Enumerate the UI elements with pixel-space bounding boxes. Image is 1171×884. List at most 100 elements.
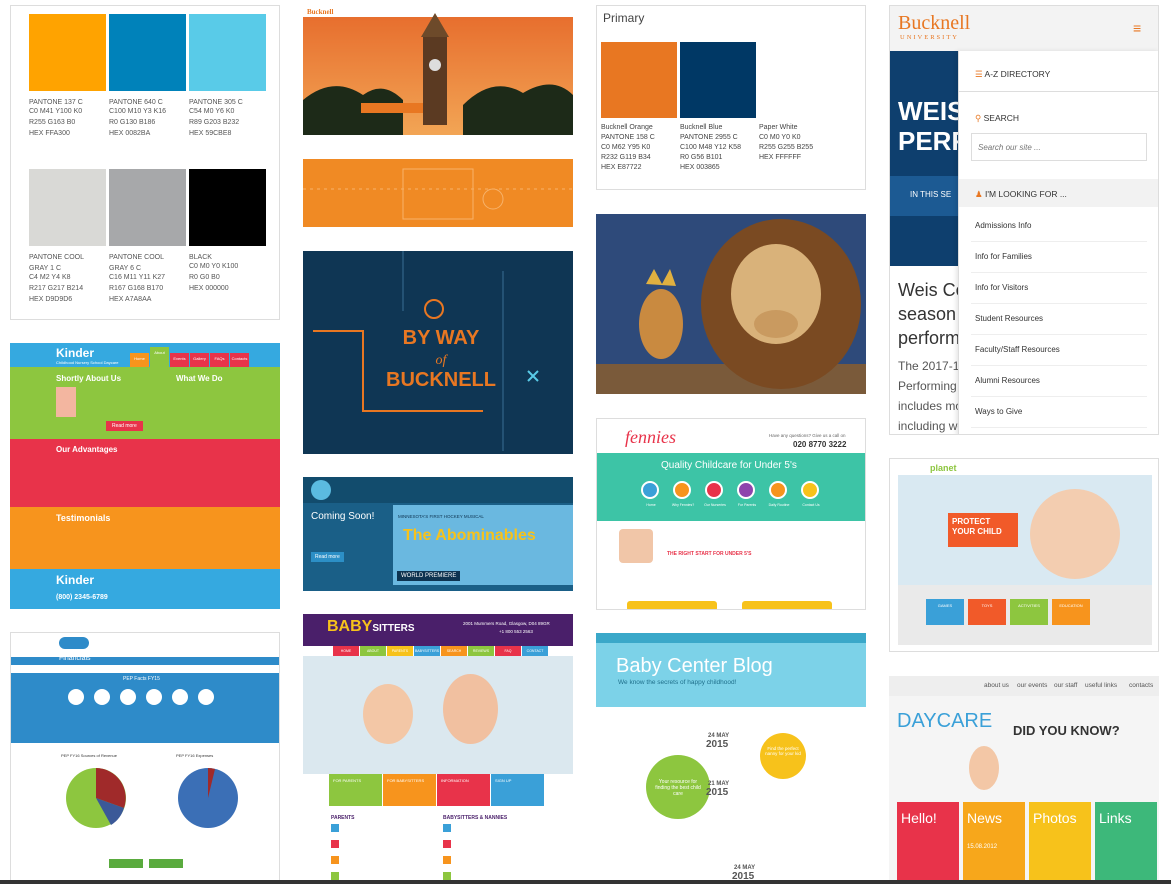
kinder-logo[interactable]: Kinder [56,346,94,360]
cta-button[interactable] [742,601,832,609]
nav-circle-icon[interactable] [673,481,691,499]
menu-divider [971,334,1147,335]
nav-circle-label: Why Fennies? [671,503,695,507]
feature-box[interactable]: FOR BABYSITTERS [383,774,436,806]
lion-puppet-photo [596,214,866,394]
daycare-logo[interactable]: DAYCARE [897,710,992,733]
category-box[interactable]: ACTIVITIES [1010,599,1048,625]
advantages-heading: Our Advantages [56,445,118,454]
menu-az-directory[interactable]: ☰ A-Z DIRECTORY [975,69,1050,80]
nav-circle-icon[interactable] [737,481,755,499]
theatre-logo[interactable] [311,480,331,500]
planet-logo[interactable]: planet [930,463,957,473]
swatch-hex: HEX A7A8AA [109,296,152,303]
what-we-do-heading: What We Do [176,374,223,383]
nav-link[interactable]: about us [984,682,1009,689]
nav-circle-icon[interactable] [801,481,819,499]
nav-item[interactable]: BABYSITTERS [414,646,440,656]
bucknell-mobile-site-tile[interactable]: Bucknell UNIVERSITY ≡ WEIS PERFO IN THIS… [889,5,1159,435]
read-more-button[interactable]: Read more [311,552,344,562]
nav-item[interactable]: Events [170,353,189,367]
swatch-rgb: R232 G119 B34 [601,154,651,161]
feature-box[interactable]: Links [1095,802,1157,884]
babysitters-logo[interactable]: BABYSITTERS [327,618,415,636]
feature-box[interactable]: SIGN UP [491,774,544,806]
date2-year: 2015 [706,787,729,798]
campus-header-tile[interactable]: Bucknell [303,5,573,135]
nav-link[interactable]: our staff [1054,682,1077,689]
feature-box[interactable]: Hello! [897,802,959,884]
fennies-logo[interactable]: fennies [625,427,676,448]
nav-item[interactable]: ABOUT [360,646,386,656]
nav-item[interactable]: REVIEWS [468,646,494,656]
feature-box[interactable]: Photos [1029,802,1091,884]
swatch-pantone: PANTONE 158 C [601,134,655,141]
menu-item[interactable]: Student Resources [975,314,1043,323]
nav-item[interactable]: Home [130,353,149,367]
fennies-site-tile[interactable]: fennies Have any questions? Give us a ca… [596,418,866,610]
in-this-section[interactable]: IN THIS SE [910,190,951,199]
by-way-of-bucknell-tile[interactable]: BY WAY of BUCKNELL [303,251,573,454]
nav-item[interactable]: Gallery [190,353,209,367]
search-input[interactable] [971,133,1147,161]
swatch-name: PANTONE COOL GRAY 6 C [109,254,164,272]
coming-soon-tile[interactable]: Coming Soon! Read more MINNESOTA'S FIRST… [303,477,573,591]
bubble-green: Your resource for finding the best child… [655,779,701,797]
swatch-rgb: R255 G163 B0 [29,119,76,126]
nav-item[interactable]: Contacts [230,353,249,367]
color-swatch [29,14,106,91]
pantone-palette-tile[interactable]: PANTONE 137 C C0 M41 Y100 K0 R255 G163 B0 H… [10,5,280,320]
nav-item[interactable]: FAQs [210,353,229,367]
menu-item[interactable]: Ways to Give [975,407,1022,416]
menu-item[interactable]: Info for Visitors [975,283,1028,292]
nav-link[interactable]: contacts [1129,682,1153,689]
kinder-site-tile[interactable]: Kinder Childhood Nursery School Daycare … [10,343,280,609]
menu-item[interactable]: Alumni Resources [975,376,1040,385]
title-by-way: BY WAY [403,327,480,349]
feature-box[interactable]: FOR PARENTS [329,774,382,806]
read-more-button[interactable]: Read more [106,421,143,431]
category-box[interactable]: GAMES [926,599,964,625]
nav-item[interactable]: FAQ [495,646,521,656]
nav-link[interactable]: our events [1017,682,1047,689]
category-box[interactable]: EDUCATION [1052,599,1090,625]
nav-item[interactable]: CONTACT [522,646,548,656]
lion-puppet-photo-tile[interactable] [596,214,866,394]
feature-box[interactable]: INFORMATION [437,774,490,806]
babysitters-col-heading: BABYSITTERS & NANNIES [443,815,508,821]
blog-title[interactable]: Baby Center Blog [616,655,773,678]
menu-divider [971,241,1147,242]
financials-site-tile[interactable]: Financials PEP Facts FY15 PEP FY16 Sourc… [10,632,280,884]
did-you-know-heading: DID YOU KNOW? [1013,723,1120,738]
planet-kids-site-tile[interactable]: planet PROTECT YOUR CHILD GAMES TOYS ACTIV… [889,458,1159,652]
pep-logo[interactable] [59,637,89,649]
feature-box[interactable]: News [963,802,1025,884]
nav-item[interactable]: HOME [333,646,359,656]
swatch-cmyk: C0 M0 Y0 K0 [759,134,801,141]
primary-palette-tile[interactable]: Primary Bucknell Orange PANTONE 158 C C0 M… [596,5,866,190]
daycare-site-tile[interactable]: about us our events our staff useful links c… [889,676,1159,884]
nav-item[interactable]: SEARCH [441,646,467,656]
nav-circle-icon[interactable] [769,481,787,499]
nav-link[interactable]: useful links [1085,682,1117,689]
site-logo[interactable]: Bucknell [898,12,970,35]
cta-button[interactable] [627,601,717,609]
nav-item[interactable]: About [150,347,169,367]
menu-looking-for[interactable]: ♟ I'M LOOKING FOR ... [975,189,1067,200]
button[interactable] [109,859,143,868]
babysitters-site-tile[interactable]: BABYSITTERS 2001 Mummers Road, Glasgow, … [303,614,573,884]
orange-banner-tile[interactable] [303,159,573,227]
menu-item[interactable]: Faculty/Staff Resources [975,345,1060,354]
hamburger-menu-icon[interactable]: ≡ [1133,20,1141,36]
hero-headline: PROTECT YOUR CHILD [952,517,1002,536]
button[interactable] [149,859,183,868]
baby-center-blog-tile[interactable]: Baby Center Blog We know the secrets of … [596,633,866,884]
bubble-yellow: Find the perfect nanny for your kid [765,746,801,756]
nav-circle-icon[interactable] [641,481,659,499]
menu-item[interactable]: Info for Families [975,252,1032,261]
nav-circle-icon[interactable] [705,481,723,499]
nav-item[interactable]: PARENTS [387,646,413,656]
menu-item[interactable]: Admissions Info [975,221,1031,230]
category-box[interactable]: TOYS [968,599,1006,625]
swatch-pantone: PANTONE 2955 C [680,134,738,141]
